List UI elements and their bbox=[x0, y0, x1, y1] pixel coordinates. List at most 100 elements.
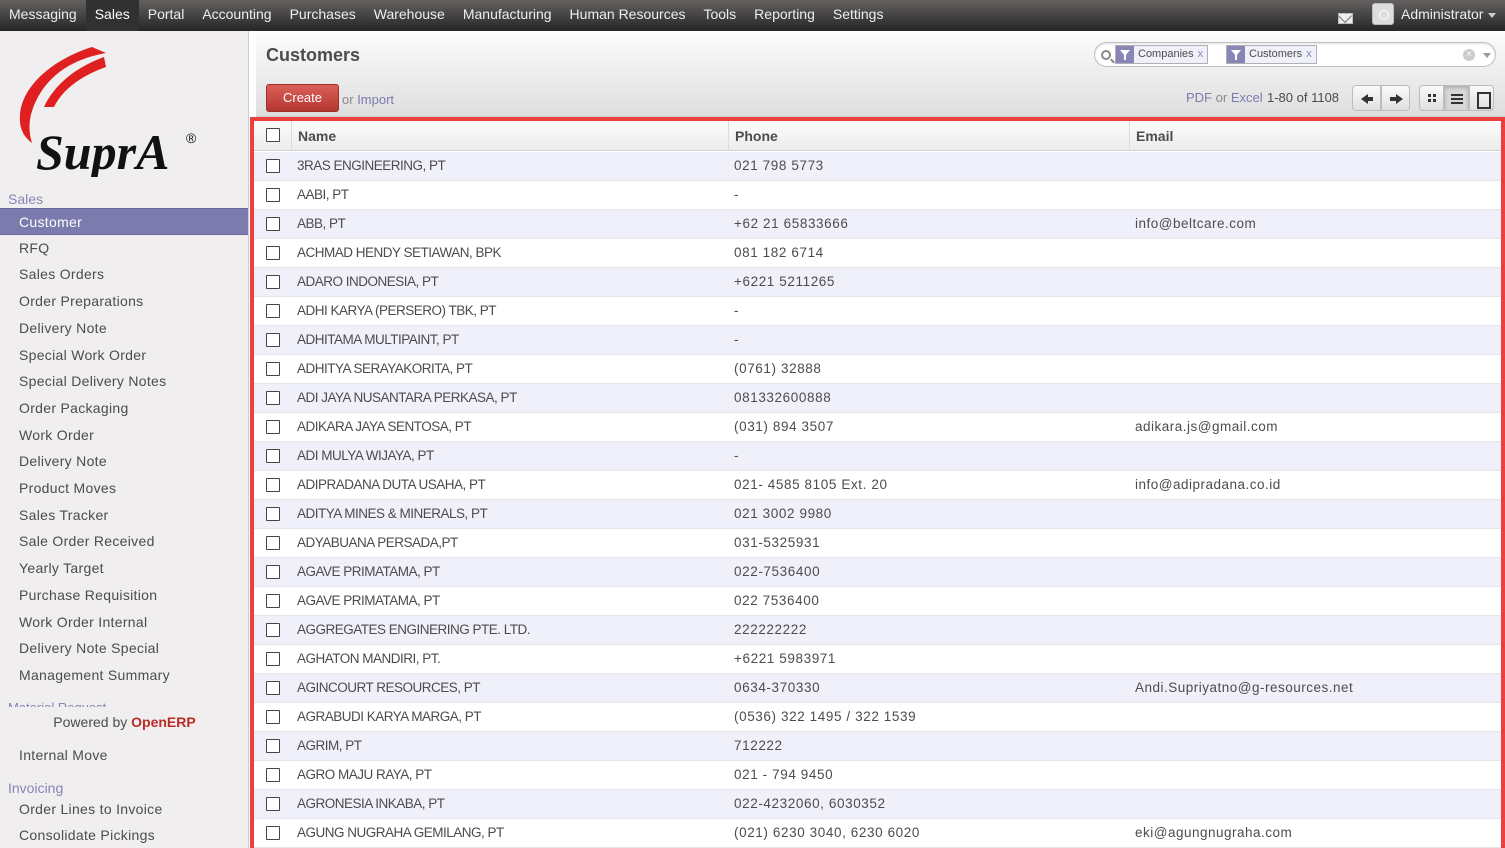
search-facet-customers[interactable]: Customers x bbox=[1226, 45, 1317, 64]
sidebar-item-rfq[interactable]: RFQ bbox=[0, 235, 248, 262]
row-checkbox[interactable] bbox=[266, 797, 280, 811]
row-checkbox[interactable] bbox=[266, 333, 280, 347]
menu-warehouse[interactable]: Warehouse bbox=[365, 0, 454, 31]
menu-manufacturing[interactable]: Manufacturing bbox=[454, 0, 561, 31]
facet-remove-button[interactable]: x bbox=[1306, 46, 1316, 63]
search-icon[interactable] bbox=[1101, 50, 1111, 60]
table-row[interactable]: AGRONESIA INKABA, PT 022-4232060, 6030352 bbox=[254, 790, 1501, 819]
menu-sales[interactable]: Sales bbox=[85, 0, 139, 31]
sidebar-item-special-delivery-notes[interactable]: Special Delivery Notes bbox=[0, 368, 248, 395]
search-box[interactable]: Companies x Customers x × bbox=[1094, 42, 1496, 67]
table-row[interactable]: ACHMAD HENDY SETIAWAN, BPK 081 182 6714 bbox=[254, 239, 1501, 268]
table-row[interactable]: AABI, PT - bbox=[254, 181, 1501, 210]
table-row[interactable]: ADI JAYA NUSANTARA PERKASA, PT 0813326008… bbox=[254, 384, 1501, 413]
menu-reporting[interactable]: Reporting bbox=[745, 0, 824, 31]
table-row[interactable]: AGRIM, PT 712222 bbox=[254, 732, 1501, 761]
table-row[interactable]: ADARO INDONESIA, PT +6221 5211265 bbox=[254, 268, 1501, 297]
menu-settings[interactable]: Settings bbox=[824, 0, 893, 31]
facet-remove-button[interactable]: x bbox=[1198, 46, 1208, 63]
chevron-down-icon[interactable] bbox=[1488, 13, 1496, 18]
row-checkbox[interactable] bbox=[266, 710, 280, 724]
create-button[interactable]: Create bbox=[266, 84, 339, 112]
search-options-chevron-icon[interactable] bbox=[1483, 53, 1491, 58]
menu-messaging[interactable]: Messaging bbox=[0, 0, 86, 31]
sidebar-item-purchase-requisition[interactable]: Purchase Requisition bbox=[0, 582, 248, 609]
sidebar-item-delivery-note[interactable]: Delivery Note bbox=[0, 448, 248, 475]
table-row[interactable]: ADITYA MINES & MINERALS, PT 021 3002 9980 bbox=[254, 500, 1501, 529]
sidebar-item-delivery-note[interactable]: Delivery Note bbox=[0, 315, 248, 342]
avatar-icon[interactable] bbox=[1372, 3, 1394, 25]
mail-icon[interactable] bbox=[1338, 13, 1353, 24]
list-view-button[interactable] bbox=[1444, 85, 1469, 111]
sidebar-item-product-moves[interactable]: Product Moves bbox=[0, 475, 248, 502]
row-checkbox[interactable] bbox=[266, 565, 280, 579]
openerp-link[interactable]: OpenERP bbox=[131, 714, 196, 730]
row-checkbox[interactable] bbox=[266, 623, 280, 637]
table-row[interactable]: AGGREGATES ENGINERING PTE. LTD. 222222222 bbox=[254, 616, 1501, 645]
clear-search-icon[interactable]: × bbox=[1463, 49, 1475, 61]
row-checkbox[interactable] bbox=[266, 217, 280, 231]
column-header-name[interactable]: Name bbox=[291, 121, 728, 151]
row-checkbox[interactable] bbox=[266, 478, 280, 492]
pager-next-button[interactable] bbox=[1381, 85, 1410, 111]
row-checkbox[interactable] bbox=[266, 449, 280, 463]
sidebar-item-yearly-target[interactable]: Yearly Target bbox=[0, 555, 248, 582]
sidebar-item-order-lines-to-invoice[interactable]: Order Lines to Invoice bbox=[0, 796, 248, 823]
row-checkbox[interactable] bbox=[266, 362, 280, 376]
sidebar-item-delivery-note-special[interactable]: Delivery Note Special bbox=[0, 635, 248, 662]
table-row[interactable]: AGAVE PRIMATAMA, PT 022-7536400 bbox=[254, 558, 1501, 587]
table-row[interactable]: ADHI KARYA (PERSERO) TBK, PT - bbox=[254, 297, 1501, 326]
row-checkbox[interactable] bbox=[266, 652, 280, 666]
import-link[interactable]: Import bbox=[357, 92, 394, 107]
row-checkbox[interactable] bbox=[266, 304, 280, 318]
table-row[interactable]: ABB, PT +62 21 65833666 info@beltcare.com bbox=[254, 210, 1501, 239]
menu-purchases[interactable]: Purchases bbox=[281, 0, 365, 31]
table-row[interactable]: ADIKARA JAYA SENTOSA, PT (031) 894 3507 ad… bbox=[254, 413, 1501, 442]
table-row[interactable]: ADIPRADANA DUTA USAHA, PT 021- 4585 8105 … bbox=[254, 471, 1501, 500]
row-checkbox[interactable] bbox=[266, 188, 280, 202]
row-checkbox[interactable] bbox=[266, 536, 280, 550]
sidebar-item-special-work-order[interactable]: Special Work Order bbox=[0, 342, 248, 369]
pager-previous-button[interactable] bbox=[1352, 85, 1381, 111]
sidebar-item-internal-move[interactable]: Internal Move bbox=[0, 742, 248, 769]
search-facet-companies[interactable]: Companies x bbox=[1115, 45, 1209, 64]
pager-value[interactable]: 1-80 of 1108 bbox=[1267, 90, 1339, 105]
column-header-phone[interactable]: Phone bbox=[728, 121, 1129, 151]
sidebar-item-customer[interactable]: Customer bbox=[0, 208, 248, 235]
sidebar-item-management-summary[interactable]: Management Summary bbox=[0, 662, 248, 689]
user-menu[interactable]: Administrator bbox=[1401, 0, 1483, 31]
row-checkbox[interactable] bbox=[266, 159, 280, 173]
row-checkbox[interactable] bbox=[266, 391, 280, 405]
table-row[interactable]: ADI MULYA WIJAYA, PT - bbox=[254, 442, 1501, 471]
table-row[interactable]: AGAVE PRIMATAMA, PT 022 7536400 bbox=[254, 587, 1501, 616]
table-row[interactable]: AGRABUDI KARYA MARGA, PT (0536) 322 1495 … bbox=[254, 703, 1501, 732]
table-row[interactable]: ADYABUANA PERSADA,PT 031-5325931 bbox=[254, 529, 1501, 558]
table-row[interactable]: AGHATON MANDIRI, PT. +6221 5983971 bbox=[254, 645, 1501, 674]
table-row[interactable]: AGINCOURT RESOURCES, PT 0634-370330 Andi.S… bbox=[254, 674, 1501, 703]
table-row[interactable]: AGUNG NUGRAHA GEMILANG, PT (021) 6230 304… bbox=[254, 819, 1501, 848]
row-checkbox[interactable] bbox=[266, 826, 280, 840]
row-checkbox[interactable] bbox=[266, 507, 280, 521]
select-all-checkbox[interactable] bbox=[266, 128, 280, 142]
table-row[interactable]: ADHITYA SERAYAKORITA, PT (0761) 32888 bbox=[254, 355, 1501, 384]
table-row[interactable]: 3RAS ENGINEERING, PT 021 798 5773 bbox=[254, 152, 1501, 181]
menu-accounting[interactable]: Accounting bbox=[193, 0, 280, 31]
sidebar-item-work-order[interactable]: Work Order bbox=[0, 422, 248, 449]
sidebar-item-order-packaging[interactable]: Order Packaging bbox=[0, 395, 248, 422]
form-view-button[interactable] bbox=[1469, 85, 1494, 111]
column-header-email[interactable]: Email bbox=[1129, 121, 1501, 151]
sidebar-item-sale-order-received[interactable]: Sale Order Received bbox=[0, 528, 248, 555]
row-checkbox[interactable] bbox=[266, 246, 280, 260]
menu-human-resources[interactable]: Human Resources bbox=[561, 0, 695, 31]
sidebar-item-sales-tracker[interactable]: Sales Tracker bbox=[0, 502, 248, 529]
pdf-link[interactable]: PDF bbox=[1186, 90, 1212, 105]
menu-portal[interactable]: Portal bbox=[139, 0, 194, 31]
sidebar-item-work-order-internal[interactable]: Work Order Internal bbox=[0, 609, 248, 636]
kanban-view-button[interactable] bbox=[1419, 85, 1444, 111]
row-checkbox[interactable] bbox=[266, 768, 280, 782]
sidebar-item-sales-orders[interactable]: Sales Orders bbox=[0, 261, 248, 288]
row-checkbox[interactable] bbox=[266, 681, 280, 695]
row-checkbox[interactable] bbox=[266, 275, 280, 289]
row-checkbox[interactable] bbox=[266, 420, 280, 434]
row-checkbox[interactable] bbox=[266, 739, 280, 753]
